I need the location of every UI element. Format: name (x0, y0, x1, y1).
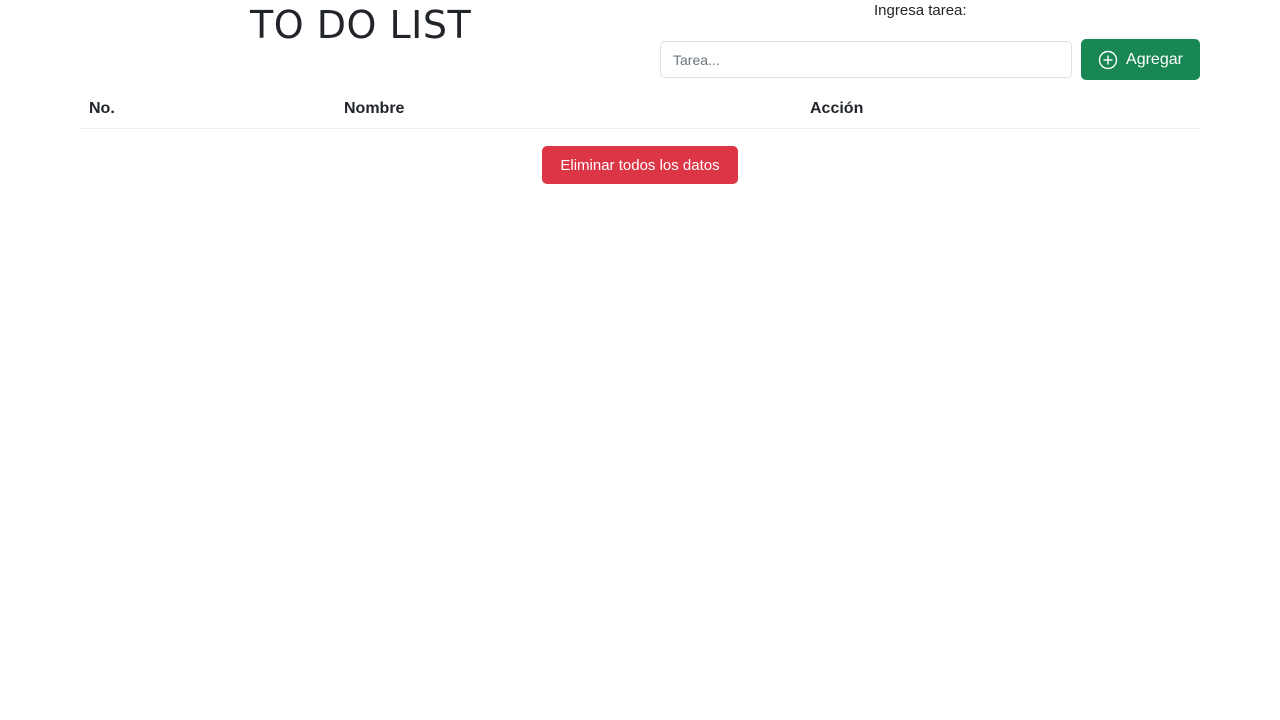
task-input-label: Ingresa tarea: (874, 2, 967, 19)
add-task-button[interactable]: Agregar (1081, 39, 1200, 80)
page-title: TO DO LIST (250, 3, 472, 47)
todo-page: TO DO LIST Ingresa tarea: Agregar No. No… (0, 0, 1280, 720)
delete-all-button[interactable]: Eliminar todos los datos (542, 146, 738, 184)
add-task-button-label: Agregar (1126, 50, 1183, 68)
plus-circle-icon (1098, 50, 1118, 70)
column-header-action: Acción (810, 100, 864, 117)
task-input[interactable] (660, 41, 1072, 78)
tasks-table-header: No. Nombre Acción (80, 92, 1200, 129)
column-header-number: No. (89, 100, 115, 117)
column-header-name: Nombre (344, 100, 405, 117)
